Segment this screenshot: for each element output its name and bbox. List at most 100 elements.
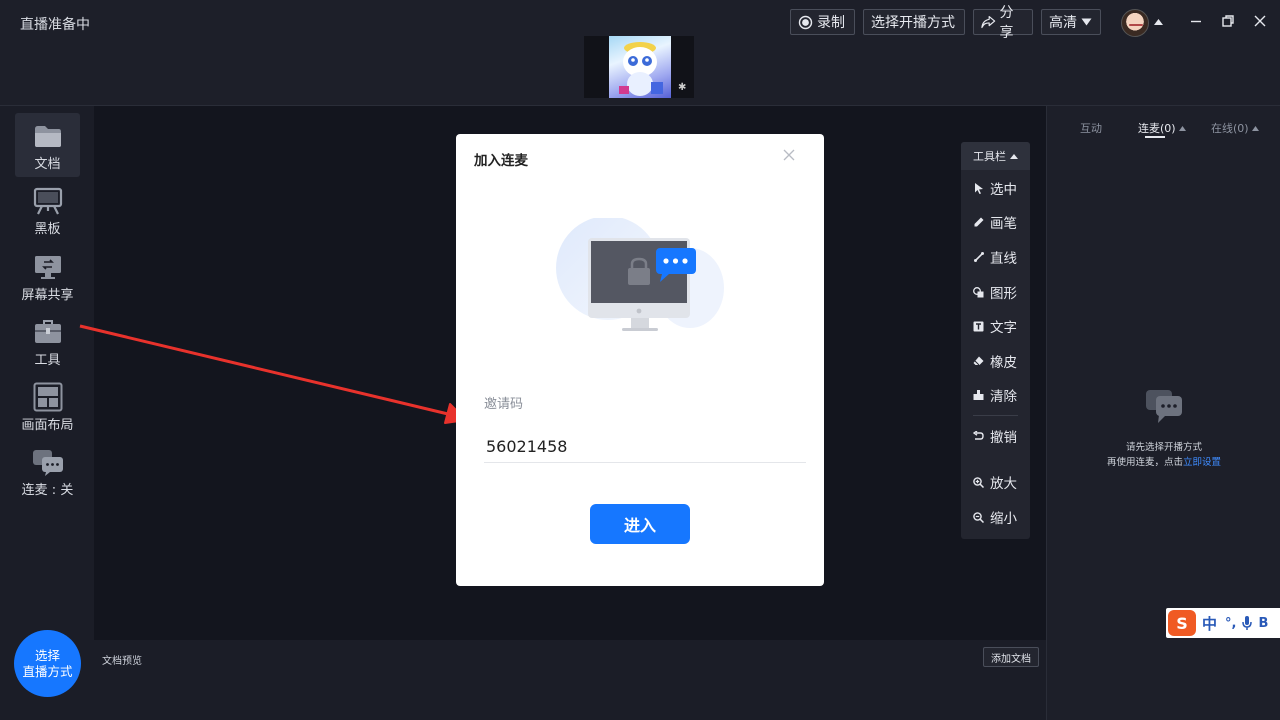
zoom-in-icon [973, 476, 984, 488]
sidebar-item-documents[interactable]: 文档 [15, 113, 80, 177]
dialog-close-button[interactable] [782, 148, 796, 162]
record-label: 录制 [817, 15, 845, 31]
tool-clear[interactable]: 清除 [961, 382, 1030, 408]
tool-eraser[interactable]: 橡皮 [961, 348, 1030, 374]
invite-code-label: 邀请码 [484, 397, 524, 412]
share-button[interactable]: 分享 [973, 5, 1033, 41]
doc-preview-label: 文档预览 [102, 656, 142, 667]
toolbar-header[interactable]: 工具栏 [961, 142, 1030, 170]
tool-undo[interactable]: 撤销 [961, 423, 1030, 449]
minimize-button[interactable] [1187, 12, 1205, 30]
microphone-icon[interactable] [1242, 615, 1253, 631]
enter-button[interactable]: 进入 [590, 504, 690, 544]
chat-bubbles-icon [1145, 389, 1183, 429]
share-label: 分享 [999, 5, 1014, 41]
ime-extra[interactable]: B [1258, 616, 1268, 631]
active-tab-indicator [1145, 136, 1165, 138]
document-preview-bar: 文档预览 添加文档 [94, 640, 1046, 720]
app-title: 直播准备中 [20, 17, 90, 33]
tool-label: 图形 [990, 286, 1017, 302]
tool-select[interactable]: 选中 [961, 175, 1030, 201]
live-button-line2: 直播方式 [22, 663, 73, 679]
tool-label: 撤销 [990, 430, 1017, 446]
zoom-out-icon [973, 511, 984, 523]
chevron-down-icon [1081, 18, 1092, 26]
layout-icon [32, 382, 64, 412]
tool-label: 清除 [990, 389, 1017, 405]
toolbox-icon [32, 317, 64, 347]
caret-up-icon [1010, 153, 1018, 159]
invite-code-input[interactable] [484, 430, 806, 463]
broadcast-mode-label: 选择开播方式 [871, 15, 955, 31]
sidebar-item-mic-link[interactable]: 连麦 : 关 [15, 439, 80, 503]
close-window-button[interactable] [1251, 12, 1269, 30]
sidebar-item-label: 画面布局 [21, 418, 74, 433]
tab-label: 连麦(0) [1138, 122, 1176, 135]
tool-label: 选中 [990, 182, 1017, 198]
tool-label: 放大 [990, 476, 1017, 492]
ime-mode[interactable]: 中 [1202, 613, 1217, 634]
tool-label: 缩小 [990, 511, 1017, 527]
share-icon [981, 15, 996, 29]
avatar[interactable] [1121, 9, 1149, 37]
cursor-icon [973, 182, 984, 194]
undo-icon [973, 431, 984, 442]
restore-icon [1222, 15, 1234, 27]
caret-up-icon [1251, 125, 1259, 131]
tool-line[interactable]: 直线 [961, 244, 1030, 270]
blackboard-icon [32, 186, 64, 216]
maximize-button[interactable] [1219, 12, 1237, 30]
record-icon [798, 15, 813, 29]
sidebar-item-tools[interactable]: 工具 [15, 309, 80, 373]
chat-bubbles-icon [32, 447, 64, 477]
minimize-icon [1191, 20, 1201, 23]
sidebar-item-screen-share[interactable]: 屏幕共享 [15, 244, 80, 308]
broadcast-mode-button[interactable]: 选择开播方式 [863, 9, 965, 35]
empty-state-text: 再使用连麦，点击 [1106, 457, 1183, 468]
clear-icon [973, 390, 984, 401]
tab-label: 互动 [1080, 122, 1102, 135]
mic-muted-icon: ✱ [678, 82, 687, 93]
tab-online[interactable]: 在线(0) [1211, 120, 1259, 136]
mascot-image [609, 36, 671, 98]
ime-toolbar[interactable]: S 中 °, B [1166, 608, 1280, 638]
tool-text[interactable]: 文字 [961, 313, 1030, 339]
tool-zoom-in[interactable]: 放大 [961, 469, 1030, 495]
tool-pen[interactable]: 画笔 [961, 209, 1030, 235]
whiteboard-toolbar: 工具栏 选中 画笔 直线 图形 文字 橡皮 清除 撤销 放大 缩小 [961, 142, 1030, 539]
record-button[interactable]: 录制 [790, 9, 855, 35]
tab-mic-link[interactable]: 连麦(0) [1138, 120, 1186, 136]
eraser-icon [973, 356, 984, 367]
setup-now-link[interactable]: 立即设置 [1183, 457, 1221, 468]
folder-icon [32, 121, 64, 151]
quality-select[interactable]: 高清 [1041, 9, 1101, 35]
sidebar-item-label: 连麦 : 关 [21, 483, 74, 498]
sidebar-item-label: 文档 [34, 157, 61, 172]
ime-punctuation[interactable]: °, [1225, 616, 1236, 631]
screen-share-icon [32, 252, 64, 282]
sidebar-item-label: 黑板 [34, 222, 61, 237]
empty-state-line1: 请先选择开播方式 [1125, 442, 1202, 453]
text-icon [973, 321, 984, 332]
empty-state-line2: 再使用连麦，点击立即设置 [1047, 454, 1280, 468]
sidebar-item-layout[interactable]: 画面布局 [15, 374, 80, 438]
tool-label: 画笔 [990, 216, 1017, 232]
select-live-mode-button[interactable]: 选择 直播方式 [14, 630, 81, 697]
close-icon [783, 149, 795, 161]
sidebar-item-label: 工具 [34, 353, 61, 368]
tab-interaction[interactable]: 互动 [1080, 120, 1102, 136]
sidebar-item-blackboard[interactable]: 黑板 [15, 178, 80, 242]
quality-label: 高清 [1049, 15, 1077, 31]
add-document-button[interactable]: 添加文档 [983, 647, 1039, 667]
live-button-line1: 选择 [34, 647, 60, 663]
sidebar-item-label: 屏幕共享 [21, 288, 74, 303]
tool-shape[interactable]: 图形 [961, 279, 1030, 305]
shape-icon [973, 286, 984, 298]
tool-zoom-out[interactable]: 缩小 [961, 504, 1030, 530]
video-thumbnail[interactable]: ✱ [584, 36, 694, 98]
caret-up-icon[interactable] [1154, 19, 1163, 25]
tool-label: 文字 [990, 320, 1017, 336]
dialog-title: 加入连麦 [474, 153, 528, 169]
sogou-logo-icon: S [1168, 610, 1196, 636]
tab-label: 在线(0) [1211, 122, 1249, 135]
